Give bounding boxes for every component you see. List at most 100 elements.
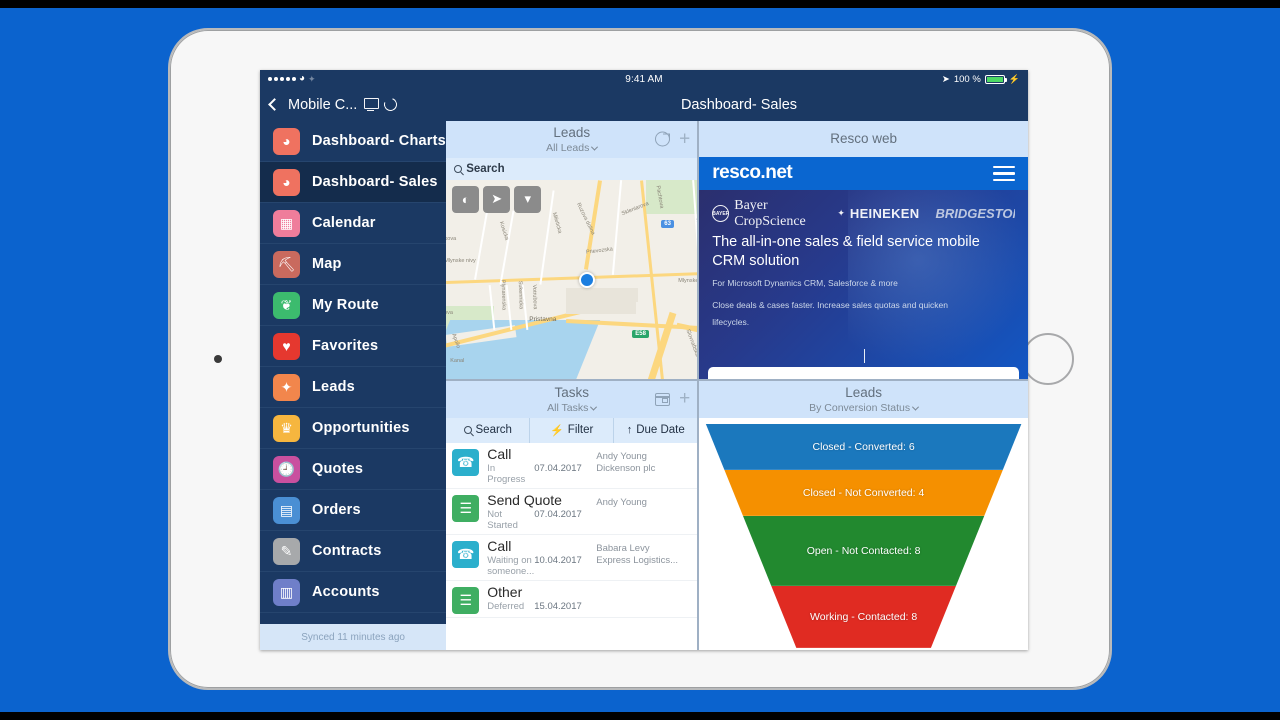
sidebar-item-label: Dashboard- Charts — [312, 133, 446, 149]
app-navbar: Mobile C... Dashboard- Sales — [260, 88, 1028, 121]
tasks-toolbar: Search ⚡ Filter ↑ Due Date — [446, 417, 698, 443]
sidebar-item-label: Contracts — [312, 543, 382, 559]
funnel-chart[interactable]: Closed - Converted: 6 Closed - Not Conver… — [699, 423, 1028, 648]
front-camera — [214, 355, 222, 363]
sidebar-item-favorites[interactable]: ♥ Favorites — [260, 326, 447, 367]
sidebar-item-accounts[interactable]: ▥ Accounts — [260, 572, 447, 613]
funnel-segment[interactable]: Closed - Not Converted: 4 — [724, 469, 1003, 516]
task-row[interactable]: ☰ Other Deferred 15.04.2017 — [446, 581, 698, 618]
dashboard-column-left: Leads All Leads + Search 63 E58 Skleniar… — [446, 121, 698, 650]
sidebar-item-dashboard-charts[interactable]: ◕ Dashboard- Charts — [260, 121, 447, 162]
sidebar-item-label: Leads — [312, 379, 355, 395]
tasks-actions: + — [655, 389, 690, 408]
tasks-tab-filter[interactable]: ⚡ Filter — [530, 417, 615, 443]
sidebar-item-my-route[interactable]: ❦ My Route — [260, 285, 447, 326]
filter-funnel-icon[interactable]: ▾ — [514, 185, 542, 213]
contract-pen-icon: ✎ — [273, 537, 300, 565]
task-subject: Other — [487, 583, 523, 600]
sidebar-item-dashboard-sales[interactable]: ◕ Dashboard- Sales — [260, 162, 447, 203]
leads-map-subtitle-text: All Leads — [546, 141, 590, 154]
task-row[interactable]: ☰ Send Quote Andy Young Not Started 07.04.20… — [446, 489, 698, 535]
gps-radar-icon[interactable]: ◐ — [452, 185, 480, 213]
sidebar-item-map[interactable]: ⛏ Map — [260, 244, 447, 285]
plus-icon[interactable]: + — [679, 129, 690, 148]
task-status: Not Started — [487, 508, 518, 531]
task-body: Call Babara Levy Waiting on someone... 10.0… — [487, 538, 691, 577]
sidebar-item-opportunities[interactable]: ♛ Opportunities — [260, 408, 447, 449]
map-road — [446, 270, 698, 284]
task-status: Waiting on someone... — [487, 554, 535, 577]
resco-logo[interactable]: resco.net — [712, 162, 792, 184]
phone-card-icon: ☎ — [452, 448, 480, 476]
letterbox-top — [0, 0, 1280, 8]
leads-map-canvas[interactable]: 63 E58 Skleniarova Mlieticka Ruzova doli… — [446, 179, 698, 379]
task-status: Deferred — [487, 600, 525, 612]
calendar-icon: ▦ — [273, 209, 300, 237]
app-body: ◕ Dashboard- Charts ◕ Dashboard- Sales ▦ Cale… — [260, 121, 1028, 650]
plus-icon[interactable]: + — [679, 389, 690, 408]
task-body: Call Andy Young In Progress 07.04.2017 Dicke… — [487, 446, 691, 485]
sidebar-item-label: Map — [312, 256, 342, 272]
task-contact: Andy Young — [596, 450, 647, 462]
home-button[interactable] — [1022, 333, 1074, 385]
resco-sub1: For Microsoft Dynamics CRM, Salesforce &… — [712, 278, 898, 289]
sidebar-item-label: Opportunities — [312, 420, 410, 436]
sidebar-item-label: Quotes — [312, 461, 364, 477]
battery-icon — [984, 74, 1007, 84]
tasks-tab-search[interactable]: Search — [446, 417, 531, 443]
building-icon: ▥ — [273, 578, 300, 606]
monitor-icon[interactable] — [364, 98, 380, 111]
search-icon — [463, 426, 472, 435]
dashboard-column-right: Resco web resco.net BAYER Bayer CropScie… — [699, 121, 1028, 650]
map-label: Slovnaftska — [684, 328, 698, 358]
leads-search-bar[interactable]: Search — [446, 157, 698, 180]
funnel-chart-area: Closed - Converted: 6 Closed - Not Conver… — [699, 417, 1028, 650]
leads-map-header: Leads All Leads + — [446, 121, 698, 158]
funnel-subtitle[interactable]: By Conversion Status — [699, 402, 1028, 414]
charging-bolt-icon: ⚡ — [1008, 73, 1020, 84]
location-arrow-icon: ➤ — [941, 73, 950, 85]
tile-leads-funnel: Leads By Conversion Status Closed - Conv… — [699, 381, 1028, 650]
sidebar-item-quotes[interactable]: 🕘 Quotes — [260, 449, 447, 490]
back-chevron-icon[interactable] — [268, 98, 281, 111]
sync-icon[interactable] — [382, 95, 400, 114]
heineken-star-icon: ✦ — [837, 208, 845, 219]
sidebar-item-label: Orders — [312, 502, 361, 518]
dashboard-content: Leads All Leads + Search 63 E58 Skleniar… — [446, 121, 1028, 650]
chevron-down-icon — [590, 403, 598, 411]
navigate-arrow-icon[interactable]: ➤ — [483, 185, 511, 213]
map-shield-e58: E58 — [632, 329, 649, 338]
task-line-secondary: Waiting on someone... 10.04.2017 Express L… — [487, 555, 691, 577]
sidebar-item-leads[interactable]: ✦ Leads — [260, 367, 447, 408]
map-current-location-dot[interactable] — [579, 271, 596, 288]
calendar-icon[interactable] — [655, 392, 671, 406]
pie-chart-icon[interactable] — [655, 131, 671, 147]
map-label: Pristavna — [529, 315, 557, 323]
funnel-segment[interactable]: Open - Not Contacted: 8 — [742, 515, 985, 586]
map-label: ulkova — [446, 235, 457, 242]
tasks-tab-due-date[interactable]: ↑ Due Date — [614, 418, 697, 443]
checklist-icon: ☰ — [452, 494, 480, 522]
tasks-subtitle-text: All Tasks — [547, 401, 589, 414]
arrow-up-icon: ↑ — [626, 424, 633, 437]
sync-status-bar: Synced 11 minutes ago — [260, 624, 447, 650]
map-green-area — [646, 179, 698, 214]
task-subject: Send Quote — [487, 491, 562, 508]
task-status: In Progress — [487, 462, 526, 485]
map-label: Mlynske nivy — [678, 277, 698, 284]
brand-bridgestone-label: BRIDGESTONE — [935, 206, 1015, 222]
funnel-segment[interactable]: Closed - Converted: 6 — [705, 423, 1022, 470]
sidebar-item-orders[interactable]: ▤ Orders — [260, 490, 447, 531]
map-label: rova — [446, 309, 453, 316]
status-bar-right: ➤ 100 % ⚡ — [942, 74, 1020, 85]
navbar-left: Mobile C... — [260, 95, 450, 114]
hamburger-menu-icon[interactable] — [993, 165, 1015, 182]
phone-card-icon: ☎ — [452, 540, 480, 568]
resco-hero[interactable]: BAYER Bayer CropScience ✦ HEINEKEN BRIDG… — [699, 189, 1028, 379]
funnel-segment[interactable]: Working - Contacted: 8 — [771, 585, 956, 648]
sidebar-item-calendar[interactable]: ▦ Calendar — [260, 203, 447, 244]
sidebar-item-contracts[interactable]: ✎ Contracts — [260, 531, 447, 572]
task-row[interactable]: ☎ Call Babara Levy Waiting on someone... 10.… — [446, 535, 698, 581]
task-row[interactable]: ☎ Call Andy Young In Progress 07.04.2017 Dick… — [446, 443, 698, 489]
bayer-cross-icon: BAYER — [712, 205, 729, 223]
